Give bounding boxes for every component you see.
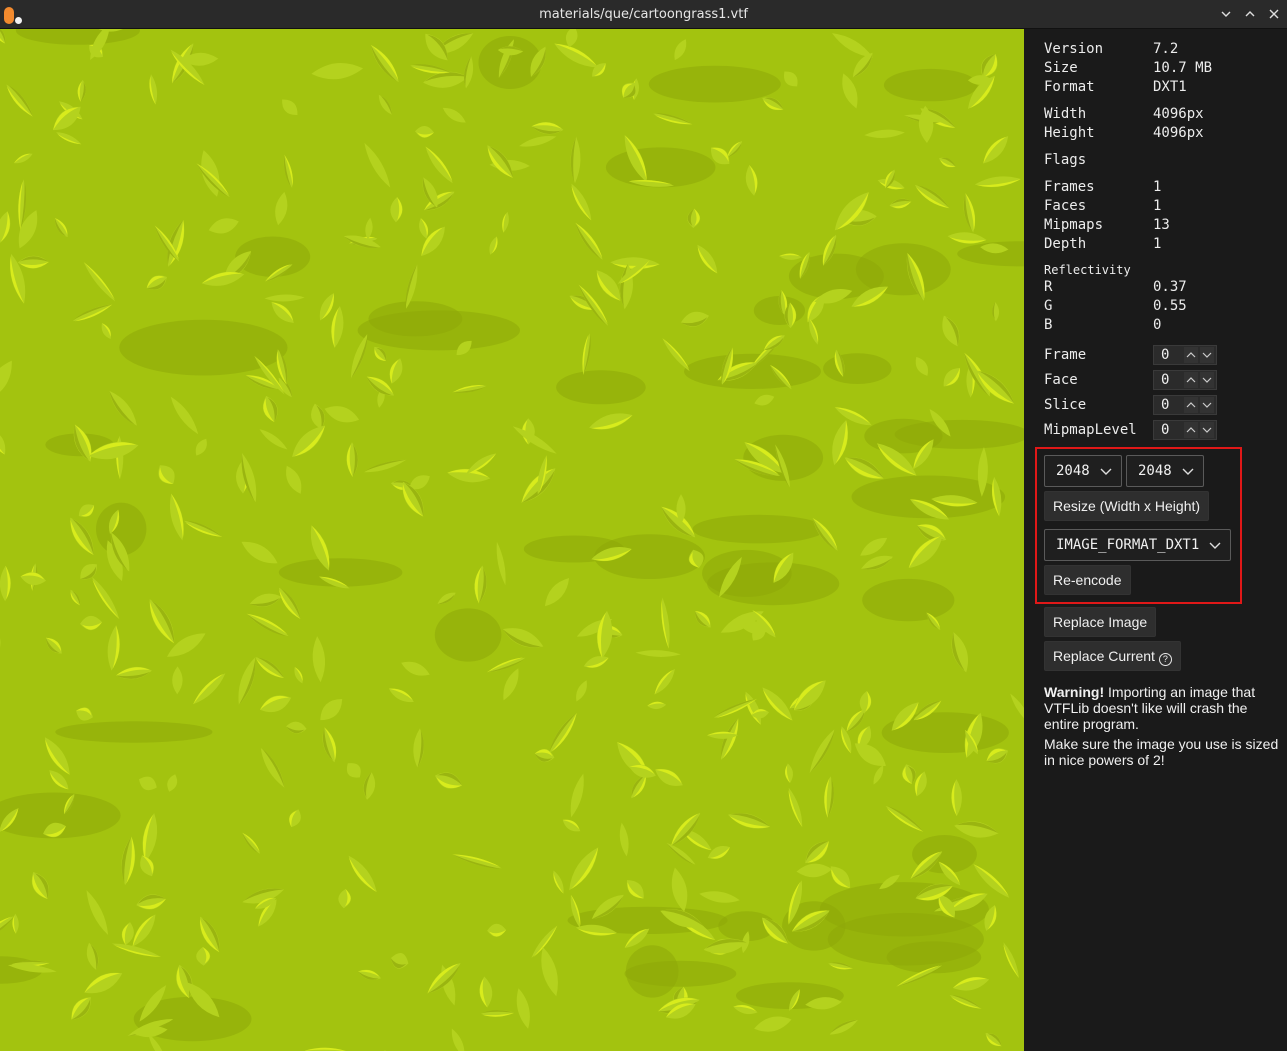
mipmap-level-spinbox[interactable]: 0 (1153, 420, 1217, 440)
face-decrement-button[interactable] (1200, 372, 1214, 388)
chevron-up-icon (1245, 11, 1255, 17)
image-format-select[interactable]: IMAGE_FORMAT_DXT1 (1044, 529, 1231, 561)
frame-decrement-button[interactable] (1200, 347, 1214, 363)
maximize-button[interactable] (1242, 6, 1258, 22)
chevron-down-icon (1202, 402, 1212, 408)
resize-button[interactable]: Resize (Width x Height) (1044, 491, 1210, 521)
slice-increment-button[interactable] (1184, 397, 1198, 413)
slice-decrement-button[interactable] (1200, 397, 1214, 413)
help-icon[interactable]: ? (1158, 653, 1172, 666)
texture-preview[interactable] (0, 29, 1024, 1051)
close-icon (1269, 9, 1279, 19)
resize-height-select[interactable]: 2048 (1126, 455, 1204, 487)
chevron-up-icon (1186, 352, 1196, 358)
chevron-up-icon (1186, 427, 1196, 433)
chevron-down-icon (1202, 427, 1212, 433)
frame-increment-button[interactable] (1184, 347, 1198, 363)
replace-current-label: Replace Current (1053, 648, 1155, 664)
frame-spinbox[interactable]: 0 (1153, 345, 1217, 365)
face-increment-button[interactable] (1184, 372, 1198, 388)
chevron-up-icon (1186, 402, 1196, 408)
window-title: materials/que/cartoongrass1.vtf (539, 7, 748, 22)
close-button[interactable] (1266, 6, 1282, 22)
reflectivity-header: Reflectivity (1044, 263, 1131, 277)
powers-of-two-note: Make sure the image you use is sized in … (1044, 736, 1279, 768)
mipmap-increment-button[interactable] (1184, 422, 1198, 438)
chevron-down-icon (1100, 468, 1112, 475)
chevron-down-icon (1209, 542, 1221, 549)
chevron-down-icon (1182, 468, 1194, 475)
minimize-button[interactable] (1218, 6, 1234, 22)
title-bar: materials/que/cartoongrass1.vtf (0, 0, 1287, 29)
warning-text: Warning! Importing an image that VTFLib … (1044, 684, 1284, 732)
resize-width-select[interactable]: 2048 (1044, 455, 1122, 487)
chevron-down-icon (1202, 377, 1212, 383)
chevron-down-icon (1202, 352, 1212, 358)
chevron-down-icon (1221, 11, 1231, 17)
grass-texture-image (0, 29, 1024, 1051)
warning-label: Warning! (1044, 684, 1105, 700)
replace-image-button[interactable]: Replace Image (1044, 607, 1157, 637)
slice-spinbox[interactable]: 0 (1153, 395, 1217, 415)
replace-current-button[interactable]: Replace Current? (1044, 641, 1181, 671)
reencode-button[interactable]: Re-encode (1044, 565, 1131, 595)
chevron-up-icon (1186, 377, 1196, 383)
mipmap-decrement-button[interactable] (1200, 422, 1214, 438)
face-spinbox[interactable]: 0 (1153, 370, 1217, 390)
